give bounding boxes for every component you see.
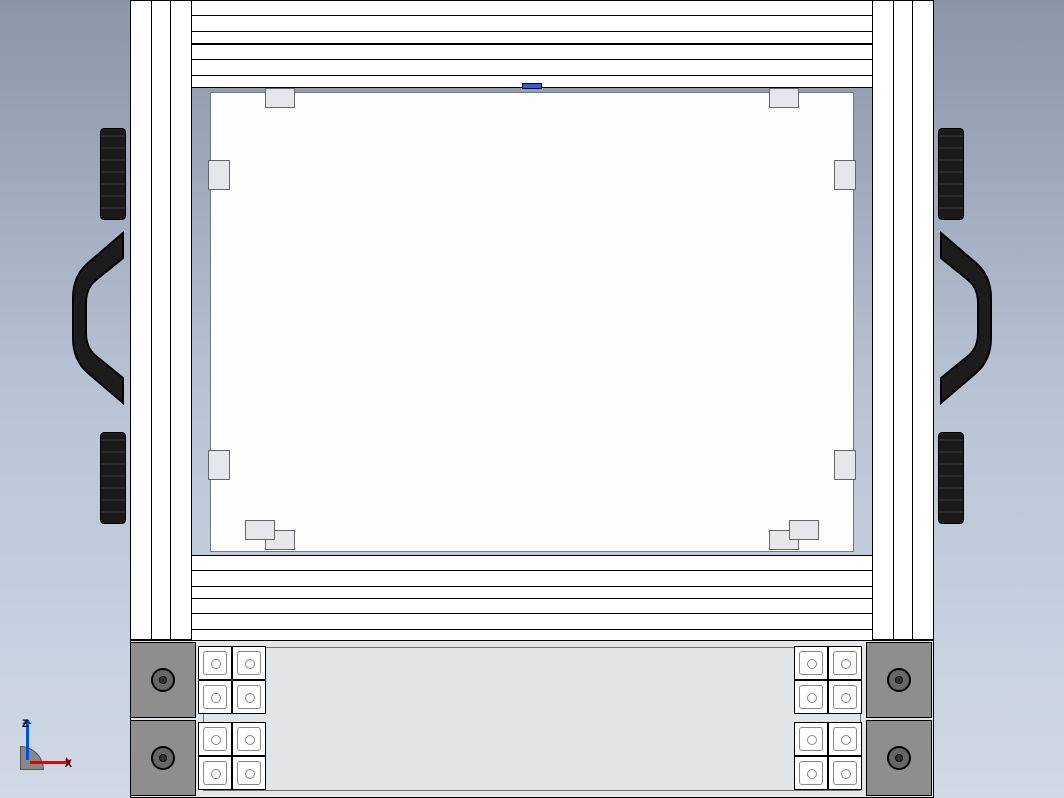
extrusion-cross-section-right — [794, 640, 866, 798]
bolt-icon — [887, 668, 911, 692]
panel-tab — [769, 88, 799, 108]
axis-z-label: Z — [22, 718, 29, 730]
hinge-left-lower — [100, 432, 126, 524]
bolt-icon — [887, 746, 911, 770]
panel-tab — [834, 160, 856, 190]
panel-tab — [208, 450, 230, 480]
panel-tab — [245, 520, 275, 540]
bolt-icon — [151, 746, 175, 770]
panel-tab — [265, 88, 295, 108]
hinge-right-lower — [938, 432, 964, 524]
handle-right — [936, 228, 996, 408]
horizontal-rail-4 — [192, 598, 872, 642]
handle-left — [68, 228, 128, 408]
corner-bracket-left — [130, 640, 198, 798]
triad-origin-icon — [20, 746, 44, 770]
corner-bracket-right — [866, 640, 934, 798]
hinge-left-upper — [100, 128, 126, 220]
axis-x-label: X — [65, 758, 72, 770]
vertical-rail-left — [130, 0, 192, 640]
panel-tab — [834, 450, 856, 480]
top-center-clip — [522, 83, 542, 89]
bolt-icon — [151, 668, 175, 692]
horizontal-rail-2 — [192, 44, 872, 88]
cad-3d-viewport[interactable]: Z X — [0, 0, 1064, 798]
vertical-rail-right — [872, 0, 934, 640]
panel-tab — [208, 160, 230, 190]
coordinate-triad[interactable]: Z X — [20, 720, 70, 770]
horizontal-rail-1 — [192, 0, 872, 44]
assembly-front-view — [130, 0, 934, 798]
lower-tray-inner — [203, 647, 861, 791]
panel-tab — [789, 520, 819, 540]
hinge-right-upper — [938, 128, 964, 220]
center-panel — [210, 92, 854, 552]
extrusion-cross-section-left — [198, 640, 270, 798]
horizontal-rail-3 — [192, 555, 872, 599]
